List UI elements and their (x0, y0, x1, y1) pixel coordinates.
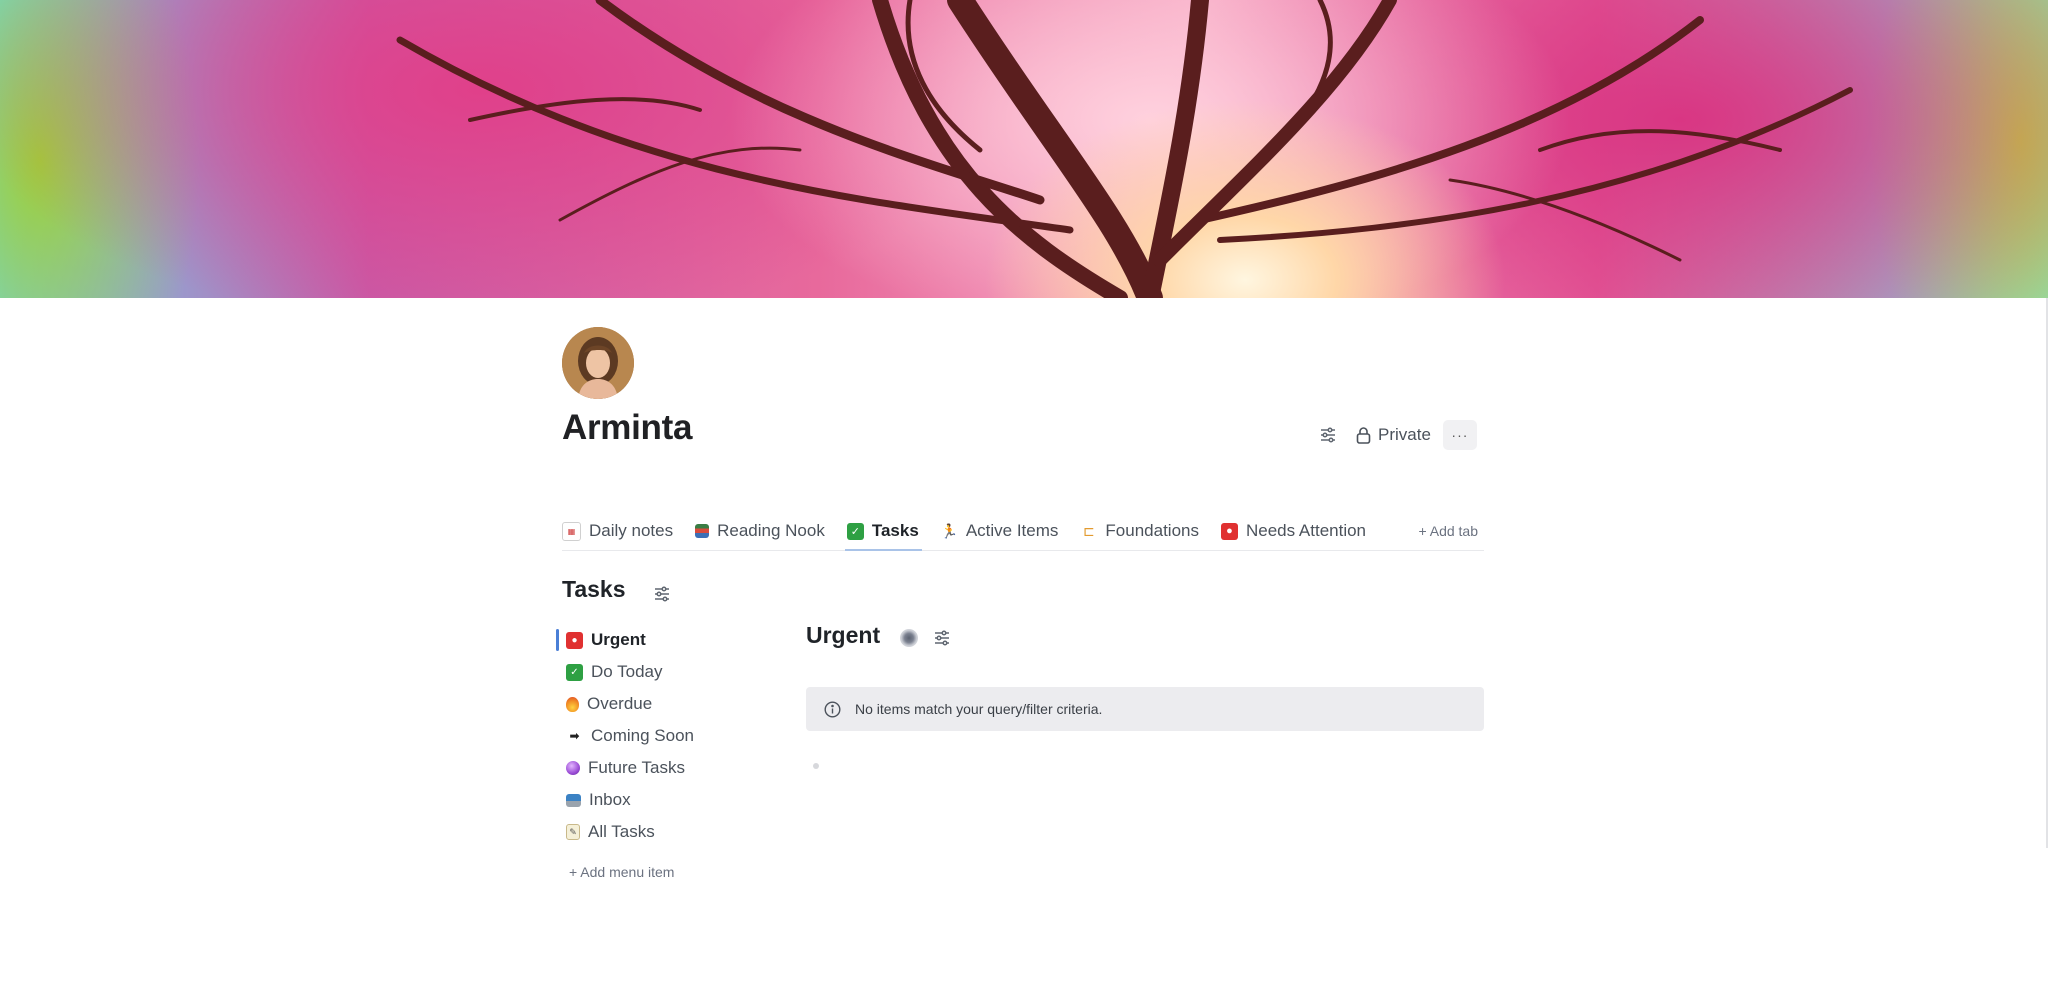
sliders-icon (655, 586, 669, 602)
avatar[interactable] (562, 327, 634, 399)
cover-image[interactable] (0, 0, 2048, 298)
menu-item-label: Future Tasks (588, 758, 686, 777)
lock-icon (1356, 426, 1371, 444)
menu-item-label: All Tasks (588, 822, 655, 841)
crystal-ball-icon (566, 761, 580, 775)
fire-icon (566, 696, 579, 712)
construction-icon: ⊏ (1083, 522, 1095, 539)
menu-item-overdue[interactable]: Overdue (556, 688, 756, 720)
empty-state-message: No items match your query/filter criteri… (855, 701, 1103, 717)
tab-bar: ▦ Daily notes Reading Nook ✓ Tasks 🏃 Act… (562, 512, 1484, 551)
menu-item-label: Do Today (591, 662, 663, 681)
empty-bullet[interactable] (813, 763, 819, 769)
tab-label: Daily notes (589, 521, 674, 540)
menu-item-urgent[interactable]: ● Urgent (556, 624, 756, 656)
privacy-label: Private (1378, 425, 1431, 444)
inbox-tray-icon (566, 793, 581, 807)
tab-reading-nook[interactable]: Reading Nook (695, 512, 825, 550)
siren-icon: ● (1220, 522, 1238, 540)
menu-item-all-tasks[interactable]: ✎ All Tasks (556, 816, 756, 848)
view-settings-button[interactable] (928, 624, 956, 652)
page-settings-button[interactable] (1314, 421, 1342, 449)
tab-daily-notes[interactable]: ▦ Daily notes (562, 512, 673, 550)
tab-label: Active Items (965, 521, 1059, 540)
tab-label: Reading Nook (717, 521, 825, 540)
menu-item-future-tasks[interactable]: Future Tasks (556, 752, 756, 784)
calendar-icon: ▦ (562, 521, 581, 541)
more-options-button[interactable]: ··· (1442, 420, 1477, 450)
books-icon (695, 524, 710, 538)
menu-item-label: Coming Soon (591, 726, 695, 745)
soon-arrow-icon: ➡ (569, 729, 580, 743)
more-options-icon: ··· (1451, 427, 1469, 443)
section-title: Tasks (562, 576, 626, 602)
view-title: Urgent (806, 622, 881, 648)
empty-state-notice: No items match your query/filter criteri… (806, 687, 1484, 731)
page-title: Arminta (562, 408, 693, 447)
siren-icon: ● (566, 631, 583, 649)
loading-spinner-icon (900, 629, 918, 647)
menu-item-do-today[interactable]: ✓ Do Today (556, 656, 756, 688)
sliders-icon (1321, 427, 1335, 443)
tab-active-items[interactable]: 🏃 Active Items (941, 512, 1059, 550)
check-mark-icon: ✓ (846, 522, 864, 540)
page-header-actions: Private ··· (1314, 420, 1477, 450)
add-tab-button[interactable]: + Add tab (1418, 512, 1484, 550)
tab-label: Foundations (1105, 521, 1199, 540)
menu-item-label: Inbox (589, 790, 631, 809)
check-mark-icon: ✓ (566, 663, 583, 681)
tab-label: Needs Attention (1245, 521, 1367, 540)
cover-tree-branches (396, 0, 1853, 298)
tab-tasks[interactable]: ✓ Tasks (844, 512, 922, 551)
tab-foundations[interactable]: ⊏ Foundations (1080, 512, 1199, 550)
add-menu-item-button[interactable]: + Add menu item (569, 864, 674, 880)
tab-needs-attention[interactable]: ● Needs Attention (1220, 512, 1367, 550)
menu-item-coming-soon[interactable]: ➡ Coming Soon (556, 720, 756, 752)
menu-item-inbox[interactable]: Inbox (556, 784, 756, 816)
menu-item-label: Overdue (587, 694, 653, 713)
task-menu: ● Urgent ✓ Do Today Overdue ➡ Coming Soo… (556, 624, 756, 848)
section-settings-button[interactable] (648, 580, 676, 608)
info-icon (824, 700, 841, 718)
sliders-icon (935, 630, 949, 646)
memo-icon: ✎ (566, 824, 580, 840)
avatar-portrait (562, 327, 634, 399)
menu-item-label: Urgent (591, 630, 646, 649)
privacy-button[interactable]: Private (1356, 420, 1431, 450)
tab-label: Tasks (871, 521, 919, 540)
running-person-icon: 🏃 (940, 522, 959, 539)
